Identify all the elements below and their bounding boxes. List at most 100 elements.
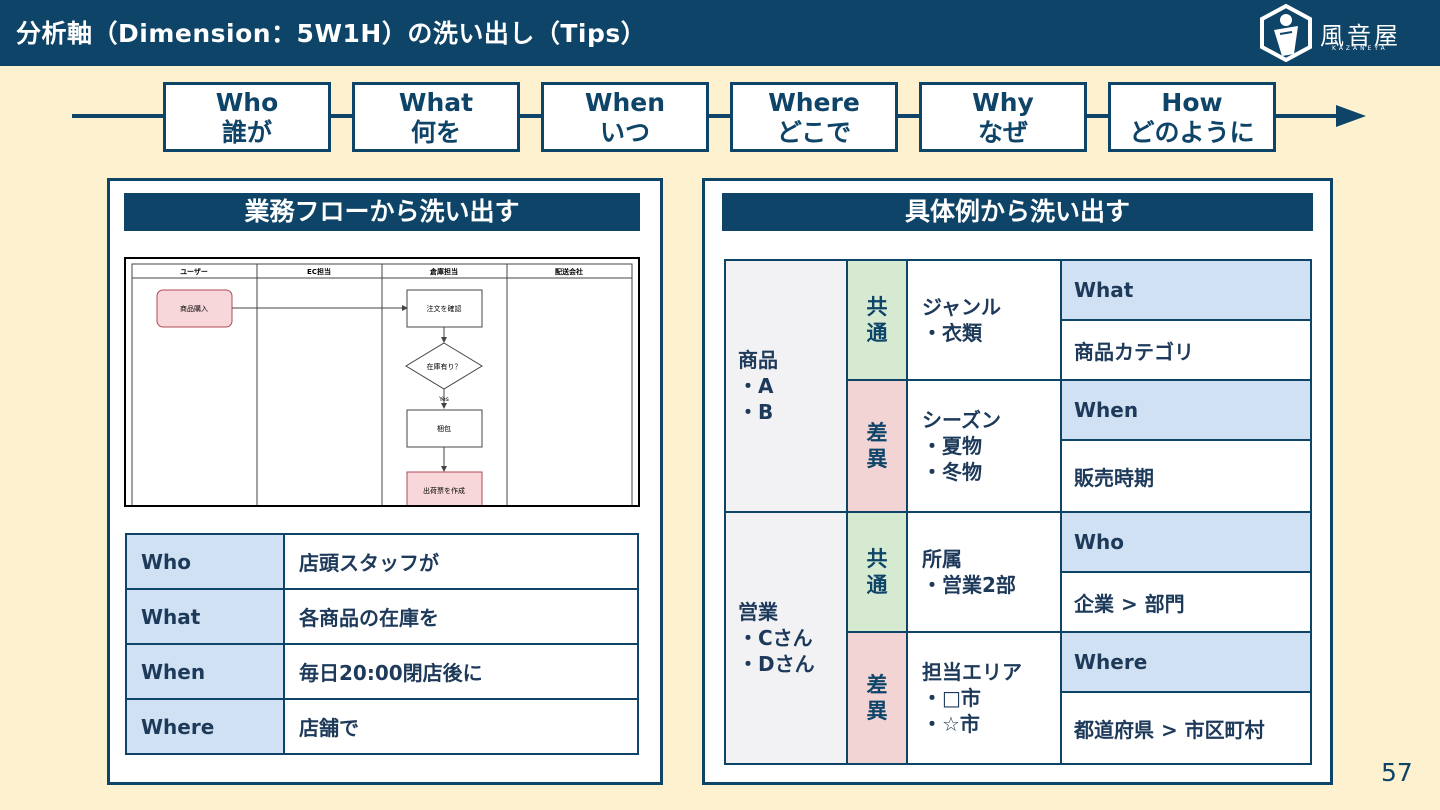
- table-row: Where 店舗で: [125, 698, 639, 755]
- 5w-summary-table: Who 店頭スタッフが What 各商品の在庫を When 毎日20:00閉店後…: [125, 533, 639, 755]
- timeline-ja: どのように: [1129, 118, 1255, 147]
- timeline-ja: いつ: [599, 118, 650, 147]
- timeline-en: What: [398, 88, 474, 117]
- timeline-box-who: Who 誰が: [163, 82, 331, 152]
- table-row: 営業 ・Cさん ・Dさん 共 通 所属 ・営業2部 Who: [724, 511, 1312, 765]
- node-confirm-label: 注文を確認: [427, 304, 462, 313]
- timeline-ja: 何を: [410, 118, 461, 147]
- dimension-detail-cell: 商品カテゴリ: [1060, 319, 1312, 381]
- attribute-line: ・衣類: [922, 321, 982, 345]
- item-line: 営業: [738, 600, 778, 624]
- dimension-cell: Where: [1060, 631, 1312, 693]
- item-line: ・A: [738, 374, 774, 398]
- timeline-ja: どこで: [776, 118, 852, 147]
- item-line: 商品: [738, 348, 778, 372]
- common-tag: 共 通: [846, 259, 908, 381]
- dimension-value: 各商品の在庫を: [283, 588, 639, 645]
- common-tag: 共 通: [846, 511, 908, 633]
- item-line: ・Dさん: [738, 652, 815, 676]
- kazaneya-logo: 風音屋 KAZANEYA: [1258, 4, 1428, 62]
- arrow-right-icon: [1336, 105, 1366, 127]
- kazaneya-logo-icon: [1260, 4, 1312, 62]
- tag-char: 異: [866, 699, 888, 723]
- logo-subtext: KAZANEYA: [1332, 45, 1388, 52]
- node-slip-label: 出荷票を作成: [423, 486, 465, 495]
- dimension-cell: Who: [1060, 511, 1312, 573]
- attribute-line: ・冬物: [922, 460, 982, 484]
- attribute-line: ・☆市: [922, 712, 980, 736]
- tag-char: 差: [866, 673, 888, 697]
- panel-heading: 具体例から洗い出す: [722, 193, 1313, 231]
- timeline-box-why: Why なぜ: [919, 82, 1087, 152]
- examples-panel: 具体例から洗い出す 商品 ・A ・B 共 通 ジャンル ・衣類 What 商品カ…: [702, 178, 1333, 785]
- tag-char: 通: [866, 573, 888, 597]
- table-row: 商品 ・A ・B 共 通 ジャンル ・衣類 What: [724, 259, 1312, 513]
- dimension-value: 店舗で: [283, 698, 639, 755]
- item-line: ・Cさん: [738, 626, 813, 650]
- panel-heading: 業務フローから洗い出す: [124, 193, 640, 231]
- page-number: 57: [1381, 758, 1413, 787]
- examples-table: 商品 ・A ・B 共 通 ジャンル ・衣類 What 商品カテゴリ 差 異 シー: [724, 259, 1312, 765]
- timeline-en: Where: [768, 88, 860, 117]
- difference-tag: 差 異: [846, 379, 908, 513]
- lane-user: ユーザー: [180, 267, 208, 276]
- attribute-line: ・夏物: [922, 434, 982, 458]
- dimension-key: Where: [125, 698, 285, 755]
- dimension-detail-cell: 都道府県 > 市区町村: [1060, 691, 1312, 765]
- timeline-ja: なぜ: [977, 118, 1028, 147]
- tag-char: 通: [866, 321, 888, 345]
- dimension-cell: What: [1060, 259, 1312, 321]
- 5w1h-timeline: Who 誰が What 何を When いつ Where どこで Why なぜ …: [72, 80, 1372, 154]
- swimlane-svg: ユーザー EC担当 倉庫担当 配送会社 商品購入 注文を確認 在庫有り？ Yes…: [131, 263, 633, 505]
- item-line: ・B: [738, 400, 774, 424]
- attribute-cell: ジャンル ・衣類: [906, 259, 1062, 381]
- slide-title: 分析軸（Dimension：5W1H）の洗い出し（Tips）: [16, 19, 647, 48]
- attribute-line: 担当エリア: [922, 660, 1022, 684]
- attribute-line: 所属: [922, 547, 962, 571]
- timeline-en: How: [1161, 88, 1223, 117]
- tag-char: 共: [866, 295, 888, 319]
- tag-char: 差: [866, 421, 888, 445]
- arrowhead-icon: [441, 466, 447, 472]
- dimension-key: What: [125, 588, 285, 645]
- dimension-value: 店頭スタッフが: [283, 533, 639, 590]
- dimension-key: Who: [125, 533, 285, 590]
- lane-delivery: 配送会社: [555, 267, 583, 276]
- difference-tag: 差 異: [846, 631, 908, 765]
- attribute-line: ・□市: [922, 686, 981, 710]
- lane-ec: EC担当: [307, 267, 331, 276]
- arrowhead-icon: [441, 403, 447, 409]
- attribute-cell: シーズン ・夏物 ・冬物: [906, 379, 1062, 513]
- dimension-detail-cell: 販売時期: [1060, 439, 1312, 513]
- node-pack-label: 梱包: [437, 424, 451, 433]
- attribute-cell: 担当エリア ・□市 ・☆市: [906, 631, 1062, 765]
- table-row: What 各商品の在庫を: [125, 588, 639, 645]
- attribute-line: ・営業2部: [922, 573, 1016, 597]
- dimension-detail-cell: 企業 > 部門: [1060, 571, 1312, 633]
- dimension-value: 毎日20:00閉店後に: [283, 643, 639, 700]
- dimension-key: When: [125, 643, 285, 700]
- timeline-box-where: Where どこで: [730, 82, 898, 152]
- timeline-box-when: When いつ: [541, 82, 709, 152]
- attribute-cell: 所属 ・営業2部: [906, 511, 1062, 633]
- table-row: When 毎日20:00閉店後に: [125, 643, 639, 700]
- lane-warehouse: 倉庫担当: [429, 267, 458, 276]
- item-cell: 商品 ・A ・B: [724, 259, 848, 513]
- attribute-line: シーズン: [922, 408, 1001, 432]
- business-flow-panel: 業務フローから洗い出す ユーザー EC担当 倉庫担当 配送会社 商品購入 注文を…: [107, 178, 663, 785]
- arrowhead-icon: [441, 337, 447, 343]
- item-cell: 営業 ・Cさん ・Dさん: [724, 511, 848, 765]
- node-stock-label: 在庫有り？: [427, 362, 462, 371]
- timeline-en: Who: [215, 88, 279, 117]
- timeline-en: When: [584, 88, 666, 117]
- slide-header: 分析軸（Dimension：5W1H）の洗い出し（Tips） 風音屋 KAZAN…: [0, 0, 1440, 66]
- node-purchase-label: 商品購入: [180, 304, 208, 313]
- attribute-line: ジャンル: [922, 295, 1001, 319]
- table-row: Who 店頭スタッフが: [125, 533, 639, 590]
- tag-char: 異: [866, 447, 888, 471]
- tag-char: 共: [866, 547, 888, 571]
- timeline-ja: 誰が: [221, 118, 272, 147]
- edge-yes-label: Yes: [438, 396, 449, 403]
- dimension-cell: When: [1060, 379, 1312, 441]
- timeline-box-what: What 何を: [352, 82, 520, 152]
